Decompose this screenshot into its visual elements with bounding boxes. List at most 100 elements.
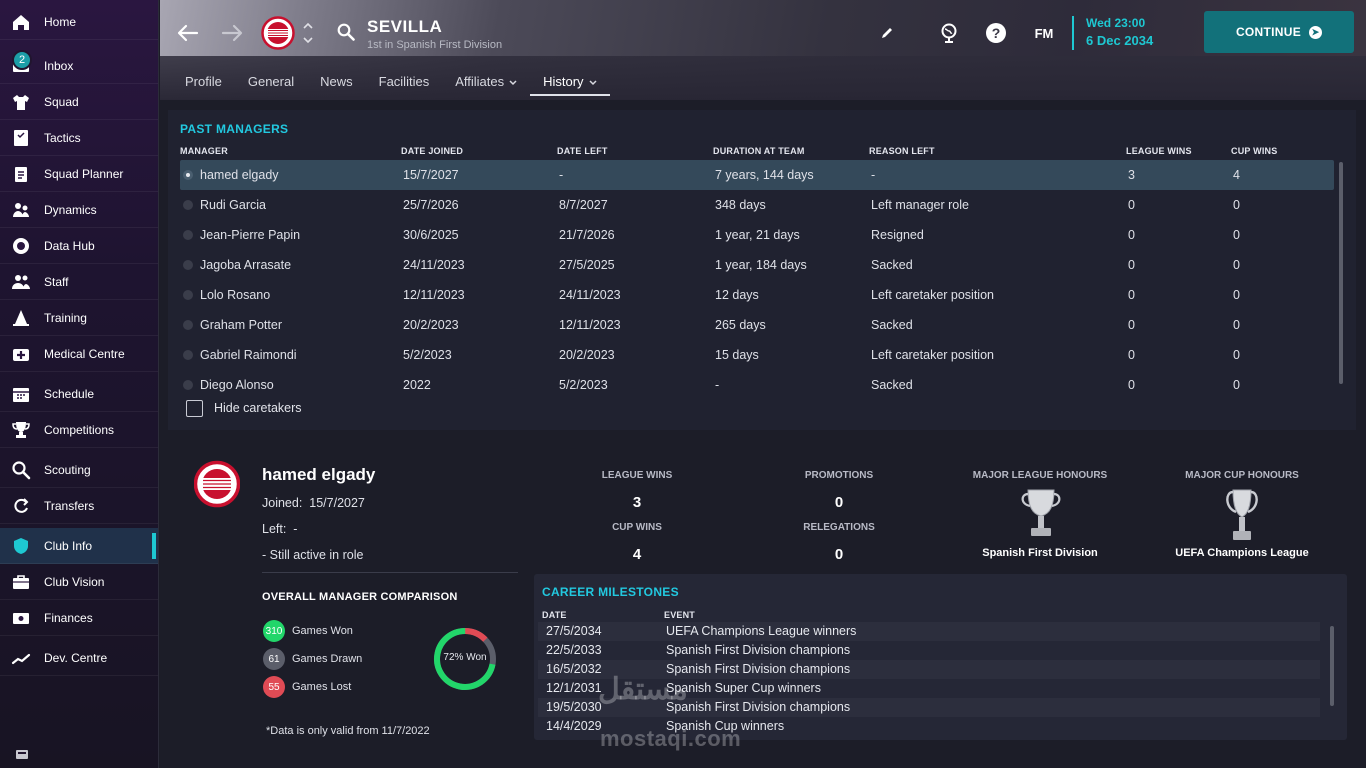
- cell-duration: 15 days: [715, 348, 759, 362]
- cell-duration: 7 years, 144 days: [715, 168, 814, 182]
- edit-pencil-icon[interactable]: [878, 24, 896, 42]
- major-league-honour-name: Spanish First Division: [982, 547, 1098, 559]
- tab-news[interactable]: News: [307, 66, 366, 96]
- sidebar-item-schedule[interactable]: Schedule: [0, 376, 158, 412]
- sidebar-item-label: Competitions: [44, 422, 115, 437]
- hide-caretakers-checkbox[interactable]: [186, 400, 203, 417]
- cell-league: 0: [1128, 198, 1135, 212]
- manager-row[interactable]: Graham Potter 20/2/2023 12/11/2023 265 days…: [180, 310, 1334, 340]
- sidebar-item-medical-centre[interactable]: Medical Centre: [0, 336, 158, 372]
- sidebar-item-data-hub[interactable]: Data Hub: [0, 228, 158, 264]
- sidebar-item-dev-centre[interactable]: Dev. Centre: [0, 640, 158, 676]
- manager-row[interactable]: Jagoba Arrasate 24/11/2023 27/5/2025 1 year…: [180, 250, 1334, 280]
- cell-name[interactable]: Jean-Pierre Papin: [200, 228, 300, 242]
- tab-label: Facilities: [378, 73, 430, 89]
- tab-affiliates[interactable]: Affiliates: [442, 66, 530, 96]
- sidebar-item-staff[interactable]: Staff: [0, 264, 158, 300]
- cell-left: 12/11/2023: [559, 318, 621, 332]
- search-icon[interactable]: [336, 22, 356, 42]
- manager-row[interactable]: Gabriel Raimondi 5/2/2023 20/2/2023 15 days…: [180, 340, 1334, 370]
- milestone-date: 19/5/2030: [546, 700, 602, 714]
- manager-joined: Joined: 15/7/2027: [262, 496, 365, 510]
- champions-league-trophy-icon[interactable]: [1224, 486, 1260, 544]
- column-header-reason-left[interactable]: REASON LEFT: [869, 146, 935, 156]
- joined-label: Joined:: [262, 496, 303, 510]
- inbox-unread-badge: 2: [12, 50, 32, 70]
- club-switch-chevrons-icon[interactable]: [302, 20, 314, 46]
- cell-name[interactable]: Graham Potter: [200, 318, 282, 332]
- sidebar-item-label: Tactics: [44, 130, 81, 145]
- sidebar-item-club-vision[interactable]: Club Vision: [0, 564, 158, 600]
- sidebar-item-competitions[interactable]: Competitions: [0, 412, 158, 448]
- forward-arrow-icon[interactable]: [220, 22, 244, 44]
- sidebar-item-transfers[interactable]: Transfers: [0, 488, 158, 524]
- sidebar-item-squad[interactable]: Squad: [0, 84, 158, 120]
- cell-name[interactable]: Lolo Rosano: [200, 288, 270, 302]
- tab-history[interactable]: History: [530, 66, 611, 96]
- relegations-value: 0: [834, 546, 844, 563]
- past-managers-scrollbar[interactable]: [1339, 162, 1343, 384]
- continue-button[interactable]: CONTINUE ➤: [1204, 11, 1354, 53]
- major-cup-honour-name: UEFA Champions League: [1175, 547, 1309, 559]
- milestones-scrollbar[interactable]: [1330, 626, 1334, 706]
- club-crest-icon[interactable]: [260, 14, 296, 52]
- manager-row[interactable]: Lolo Rosano 12/11/2023 24/11/2023 12 days Le…: [180, 280, 1334, 310]
- column-header-duration-at-team[interactable]: DURATION AT TEAM: [713, 146, 805, 156]
- cell-left: 8/7/2027: [559, 198, 608, 212]
- column-header-date-joined[interactable]: DATE JOINED: [401, 146, 463, 156]
- cell-league: 0: [1128, 318, 1135, 332]
- games-drawn-row: 61 Games Drawn: [263, 648, 362, 670]
- manager-row[interactable]: Jean-Pierre Papin 30/6/2025 21/7/2026 1 yea…: [180, 220, 1334, 250]
- continue-label: CONTINUE: [1235, 25, 1302, 39]
- cell-name[interactable]: Rudi Garcia: [200, 198, 266, 212]
- sidebar-item-label: Dynamics: [44, 202, 97, 217]
- help-icon[interactable]: ?: [985, 22, 1007, 44]
- cell-name[interactable]: Diego Alonso: [200, 378, 274, 392]
- sidebar-item-squad-planner[interactable]: Squad Planner: [0, 156, 158, 192]
- milestone-date: 27/5/2034: [546, 624, 602, 638]
- cell-name[interactable]: Jagoba Arrasate: [200, 258, 291, 272]
- cell-league: 3: [1128, 168, 1135, 182]
- back-arrow-icon[interactable]: [176, 22, 200, 44]
- column-header-manager[interactable]: MANAGER: [180, 146, 228, 156]
- league-trophy-icon[interactable]: [1018, 486, 1064, 542]
- league-wins-value: 3: [632, 494, 642, 511]
- column-header-date-left[interactable]: DATE LEFT: [557, 146, 608, 156]
- milestone-row: 27/5/2034 UEFA Champions League winners: [538, 622, 1320, 641]
- calendar-icon: [11, 384, 31, 404]
- fm-menu-button[interactable]: FM: [1030, 23, 1058, 43]
- cell-name[interactable]: hamed elgady: [200, 168, 279, 182]
- sidebar-item-label: Club Info: [44, 538, 93, 553]
- milestone-event: Spanish First Division champions: [666, 662, 851, 676]
- column-header-cup-wins[interactable]: CUP WINS: [1231, 146, 1277, 156]
- sidebar-item-label: Finances: [44, 610, 93, 625]
- cone-icon: [11, 308, 31, 328]
- sidebar-item-training[interactable]: Training: [0, 300, 158, 336]
- sidebar-item-label: Home: [44, 14, 77, 29]
- cell-name[interactable]: Gabriel Raimondi: [200, 348, 297, 362]
- sidebar-item-tactics[interactable]: Tactics: [0, 120, 158, 156]
- manager-row[interactable]: hamed elgady 15/7/2027 - 7 years, 144 days -…: [180, 160, 1334, 190]
- club-name: SEVILLA: [367, 17, 443, 36]
- tab-profile[interactable]: Profile: [172, 66, 235, 96]
- sidebar-item-label: Club Vision: [44, 574, 105, 589]
- globe-icon[interactable]: [938, 22, 960, 44]
- column-header-league-wins[interactable]: LEAGUE WINS: [1126, 146, 1192, 156]
- keyboard-icon[interactable]: [16, 746, 30, 759]
- sidebar-item-label: Dev. Centre: [44, 650, 108, 665]
- sidebar-item-club-info[interactable]: Club Info: [0, 528, 158, 564]
- milestone-event: Spanish Super Cup winners: [666, 681, 821, 695]
- tab-facilities[interactable]: Facilities: [366, 66, 443, 96]
- trophy-icon: [11, 420, 31, 440]
- sidebar-item-label: Staff: [44, 274, 69, 289]
- shield-icon: [11, 536, 31, 556]
- sidebar-item-home[interactable]: Home: [0, 4, 158, 40]
- manager-row[interactable]: Diego Alonso 2022 5/2/2023 - Sacked 0 0: [180, 370, 1334, 400]
- cell-league: 0: [1128, 348, 1135, 362]
- sidebar-item-scouting[interactable]: Scouting: [0, 452, 158, 488]
- tab-general[interactable]: General: [235, 66, 307, 96]
- sidebar-item-finances[interactable]: Finances: [0, 600, 158, 636]
- manager-row[interactable]: Rudi Garcia 25/7/2026 8/7/2027 348 days Left…: [180, 190, 1334, 220]
- sidebar: Home Inbox 2 Squad Tactics Squad Planner Dynam…: [0, 0, 159, 768]
- sidebar-item-dynamics[interactable]: Dynamics: [0, 192, 158, 228]
